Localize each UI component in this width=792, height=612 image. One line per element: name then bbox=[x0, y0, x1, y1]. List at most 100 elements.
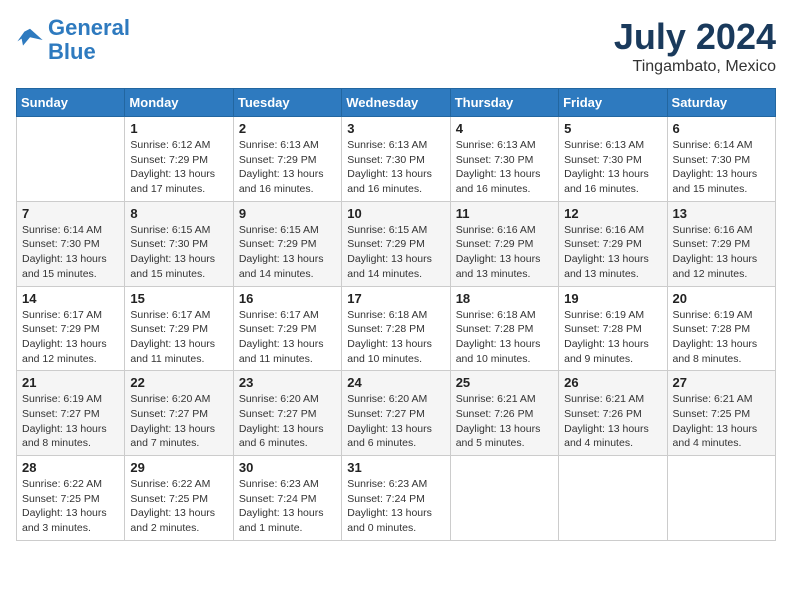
day-info: Sunrise: 6:23 AMSunset: 7:24 PMDaylight:… bbox=[347, 477, 444, 536]
logo-text: General Blue bbox=[48, 16, 130, 64]
day-number: 3 bbox=[347, 121, 444, 136]
day-info: Sunrise: 6:12 AMSunset: 7:29 PMDaylight:… bbox=[130, 138, 227, 197]
day-number: 8 bbox=[130, 206, 227, 221]
location-title: Tingambato, Mexico bbox=[614, 58, 776, 76]
calendar-cell: 3 Sunrise: 6:13 AMSunset: 7:30 PMDaylight… bbox=[342, 117, 450, 202]
day-info: Sunrise: 6:17 AMSunset: 7:29 PMDaylight:… bbox=[130, 308, 227, 367]
day-info: Sunrise: 6:22 AMSunset: 7:25 PMDaylight:… bbox=[130, 477, 227, 536]
calendar-cell: 18 Sunrise: 6:18 AMSunset: 7:28 PMDayligh… bbox=[450, 286, 558, 371]
calendar-table: SundayMondayTuesdayWednesdayThursdayFrid… bbox=[16, 88, 776, 541]
day-info: Sunrise: 6:13 AMSunset: 7:30 PMDaylight:… bbox=[564, 138, 661, 197]
calendar-cell: 11 Sunrise: 6:16 AMSunset: 7:29 PMDayligh… bbox=[450, 201, 558, 286]
day-number: 7 bbox=[22, 206, 119, 221]
calendar-cell: 14Sunrise: 6:17 AMSunset: 7:29 PMDayligh… bbox=[17, 286, 125, 371]
day-number: 4 bbox=[456, 121, 553, 136]
day-info: Sunrise: 6:22 AMSunset: 7:25 PMDaylight:… bbox=[22, 477, 119, 536]
calendar-cell: 24 Sunrise: 6:20 AMSunset: 7:27 PMDayligh… bbox=[342, 371, 450, 456]
calendar-cell: 5 Sunrise: 6:13 AMSunset: 7:30 PMDaylight… bbox=[559, 117, 667, 202]
calendar-cell: 13 Sunrise: 6:16 AMSunset: 7:29 PMDayligh… bbox=[667, 201, 775, 286]
calendar-cell: 12 Sunrise: 6:16 AMSunset: 7:29 PMDayligh… bbox=[559, 201, 667, 286]
day-number: 30 bbox=[239, 460, 336, 475]
logo-icon bbox=[16, 26, 44, 54]
day-info: Sunrise: 6:23 AMSunset: 7:24 PMDaylight:… bbox=[239, 477, 336, 536]
calendar-cell bbox=[450, 456, 558, 541]
calendar-cell: 29Sunrise: 6:22 AMSunset: 7:25 PMDayligh… bbox=[125, 456, 233, 541]
day-number: 27 bbox=[673, 375, 770, 390]
day-info: Sunrise: 6:17 AMSunset: 7:29 PMDaylight:… bbox=[22, 308, 119, 367]
calendar-week-2: 7 Sunrise: 6:14 AMSunset: 7:30 PMDaylight… bbox=[17, 201, 776, 286]
calendar-cell: 9 Sunrise: 6:15 AMSunset: 7:29 PMDaylight… bbox=[233, 201, 341, 286]
calendar-cell bbox=[17, 117, 125, 202]
day-number: 31 bbox=[347, 460, 444, 475]
day-info: Sunrise: 6:15 AMSunset: 7:29 PMDaylight:… bbox=[239, 223, 336, 282]
day-info: Sunrise: 6:16 AMSunset: 7:29 PMDaylight:… bbox=[673, 223, 770, 282]
logo: General Blue bbox=[16, 16, 130, 64]
day-info: Sunrise: 6:13 AMSunset: 7:30 PMDaylight:… bbox=[347, 138, 444, 197]
month-title: July 2024 bbox=[614, 16, 776, 58]
day-info: Sunrise: 6:16 AMSunset: 7:29 PMDaylight:… bbox=[456, 223, 553, 282]
day-number: 13 bbox=[673, 206, 770, 221]
calendar-cell: 8Sunrise: 6:15 AMSunset: 7:30 PMDaylight… bbox=[125, 201, 233, 286]
day-info: Sunrise: 6:19 AMSunset: 7:28 PMDaylight:… bbox=[673, 308, 770, 367]
column-header-wednesday: Wednesday bbox=[342, 89, 450, 117]
column-header-sunday: Sunday bbox=[17, 89, 125, 117]
day-info: Sunrise: 6:16 AMSunset: 7:29 PMDaylight:… bbox=[564, 223, 661, 282]
day-number: 22 bbox=[130, 375, 227, 390]
page-header: General Blue July 2024 Tingambato, Mexic… bbox=[16, 16, 776, 76]
day-info: Sunrise: 6:20 AMSunset: 7:27 PMDaylight:… bbox=[130, 392, 227, 451]
calendar-week-1: 1 Sunrise: 6:12 AMSunset: 7:29 PMDaylight… bbox=[17, 117, 776, 202]
calendar-cell bbox=[667, 456, 775, 541]
day-info: Sunrise: 6:20 AMSunset: 7:27 PMDaylight:… bbox=[239, 392, 336, 451]
calendar-cell: 31 Sunrise: 6:23 AMSunset: 7:24 PMDayligh… bbox=[342, 456, 450, 541]
day-info: Sunrise: 6:14 AMSunset: 7:30 PMDaylight:… bbox=[673, 138, 770, 197]
day-number: 18 bbox=[456, 291, 553, 306]
day-number: 5 bbox=[564, 121, 661, 136]
day-number: 16 bbox=[239, 291, 336, 306]
day-number: 11 bbox=[456, 206, 553, 221]
calendar-cell: 25Sunrise: 6:21 AMSunset: 7:26 PMDayligh… bbox=[450, 371, 558, 456]
calendar-cell: 15 Sunrise: 6:17 AMSunset: 7:29 PMDayligh… bbox=[125, 286, 233, 371]
column-header-saturday: Saturday bbox=[667, 89, 775, 117]
title-block: July 2024 Tingambato, Mexico bbox=[614, 16, 776, 76]
day-number: 6 bbox=[673, 121, 770, 136]
calendar-cell: 7 Sunrise: 6:14 AMSunset: 7:30 PMDaylight… bbox=[17, 201, 125, 286]
calendar-cell: 22 Sunrise: 6:20 AMSunset: 7:27 PMDayligh… bbox=[125, 371, 233, 456]
calendar-week-5: 28Sunrise: 6:22 AMSunset: 7:25 PMDayligh… bbox=[17, 456, 776, 541]
column-header-monday: Monday bbox=[125, 89, 233, 117]
calendar-cell: 21Sunrise: 6:19 AMSunset: 7:27 PMDayligh… bbox=[17, 371, 125, 456]
day-number: 24 bbox=[347, 375, 444, 390]
day-number: 19 bbox=[564, 291, 661, 306]
day-info: Sunrise: 6:14 AMSunset: 7:30 PMDaylight:… bbox=[22, 223, 119, 282]
day-number: 21 bbox=[22, 375, 119, 390]
day-number: 25 bbox=[456, 375, 553, 390]
calendar-cell: 20 Sunrise: 6:19 AMSunset: 7:28 PMDayligh… bbox=[667, 286, 775, 371]
day-info: Sunrise: 6:20 AMSunset: 7:27 PMDaylight:… bbox=[347, 392, 444, 451]
calendar-header-row: SundayMondayTuesdayWednesdayThursdayFrid… bbox=[17, 89, 776, 117]
day-info: Sunrise: 6:18 AMSunset: 7:28 PMDaylight:… bbox=[456, 308, 553, 367]
calendar-cell: 1 Sunrise: 6:12 AMSunset: 7:29 PMDaylight… bbox=[125, 117, 233, 202]
calendar-week-3: 14Sunrise: 6:17 AMSunset: 7:29 PMDayligh… bbox=[17, 286, 776, 371]
day-info: Sunrise: 6:15 AMSunset: 7:29 PMDaylight:… bbox=[347, 223, 444, 282]
day-number: 15 bbox=[130, 291, 227, 306]
column-header-thursday: Thursday bbox=[450, 89, 558, 117]
day-number: 9 bbox=[239, 206, 336, 221]
day-number: 2 bbox=[239, 121, 336, 136]
day-number: 23 bbox=[239, 375, 336, 390]
day-number: 1 bbox=[130, 121, 227, 136]
day-info: Sunrise: 6:17 AMSunset: 7:29 PMDaylight:… bbox=[239, 308, 336, 367]
day-info: Sunrise: 6:19 AMSunset: 7:28 PMDaylight:… bbox=[564, 308, 661, 367]
day-info: Sunrise: 6:21 AMSunset: 7:26 PMDaylight:… bbox=[564, 392, 661, 451]
calendar-cell bbox=[559, 456, 667, 541]
column-header-friday: Friday bbox=[559, 89, 667, 117]
day-number: 20 bbox=[673, 291, 770, 306]
calendar-cell: 28Sunrise: 6:22 AMSunset: 7:25 PMDayligh… bbox=[17, 456, 125, 541]
day-number: 10 bbox=[347, 206, 444, 221]
calendar-cell: 26Sunrise: 6:21 AMSunset: 7:26 PMDayligh… bbox=[559, 371, 667, 456]
calendar-cell: 19 Sunrise: 6:19 AMSunset: 7:28 PMDayligh… bbox=[559, 286, 667, 371]
day-number: 12 bbox=[564, 206, 661, 221]
calendar-week-4: 21Sunrise: 6:19 AMSunset: 7:27 PMDayligh… bbox=[17, 371, 776, 456]
calendar-cell: 17Sunrise: 6:18 AMSunset: 7:28 PMDayligh… bbox=[342, 286, 450, 371]
day-info: Sunrise: 6:13 AMSunset: 7:29 PMDaylight:… bbox=[239, 138, 336, 197]
calendar-cell: 30 Sunrise: 6:23 AMSunset: 7:24 PMDayligh… bbox=[233, 456, 341, 541]
calendar-cell: 10 Sunrise: 6:15 AMSunset: 7:29 PMDayligh… bbox=[342, 201, 450, 286]
